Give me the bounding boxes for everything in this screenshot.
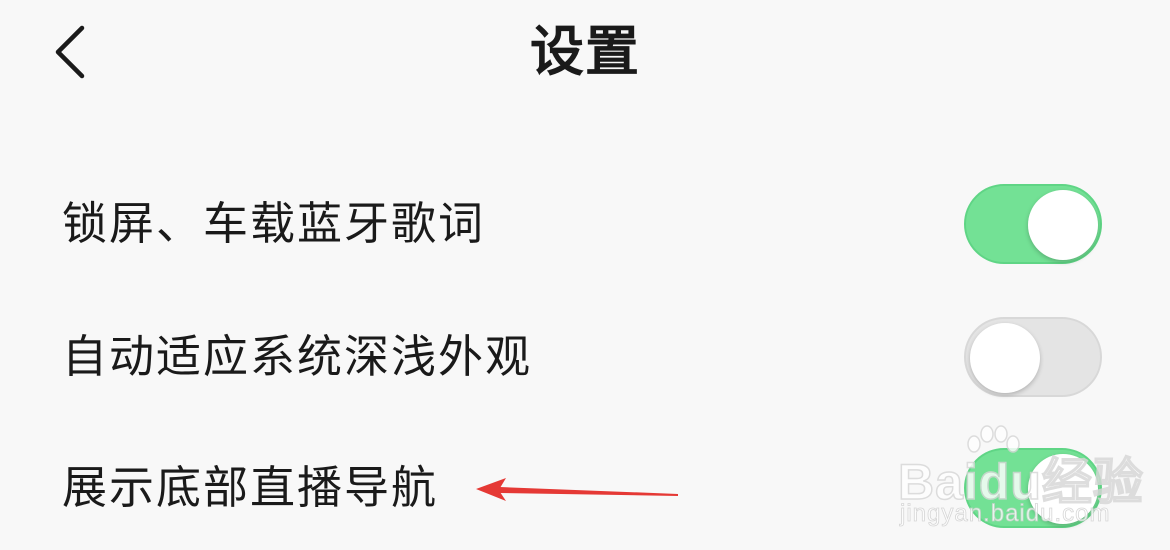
lockscreen-lyrics-toggle[interactable]: [964, 184, 1102, 264]
setting-row-auto-dark-mode: 自动适应系统深浅外观: [0, 307, 1170, 407]
header-bar: 设置: [0, 0, 1170, 110]
annotation-arrow-icon: [476, 478, 678, 501]
toggle-knob: [1028, 190, 1098, 260]
page-title: 设置: [530, 20, 640, 83]
setting-label: 展示底部直播导航: [62, 461, 439, 514]
setting-label: 锁屏、车载蓝牙歌词: [62, 197, 486, 250]
toggle-knob: [1028, 454, 1098, 524]
live-nav-toggle[interactable]: [964, 448, 1102, 528]
auto-dark-mode-toggle[interactable]: [964, 317, 1102, 397]
setting-label: 自动适应系统深浅外观: [62, 330, 533, 383]
toggle-knob: [970, 323, 1040, 393]
setting-row-lockscreen-lyrics: 锁屏、车载蓝牙歌词: [0, 174, 1170, 274]
